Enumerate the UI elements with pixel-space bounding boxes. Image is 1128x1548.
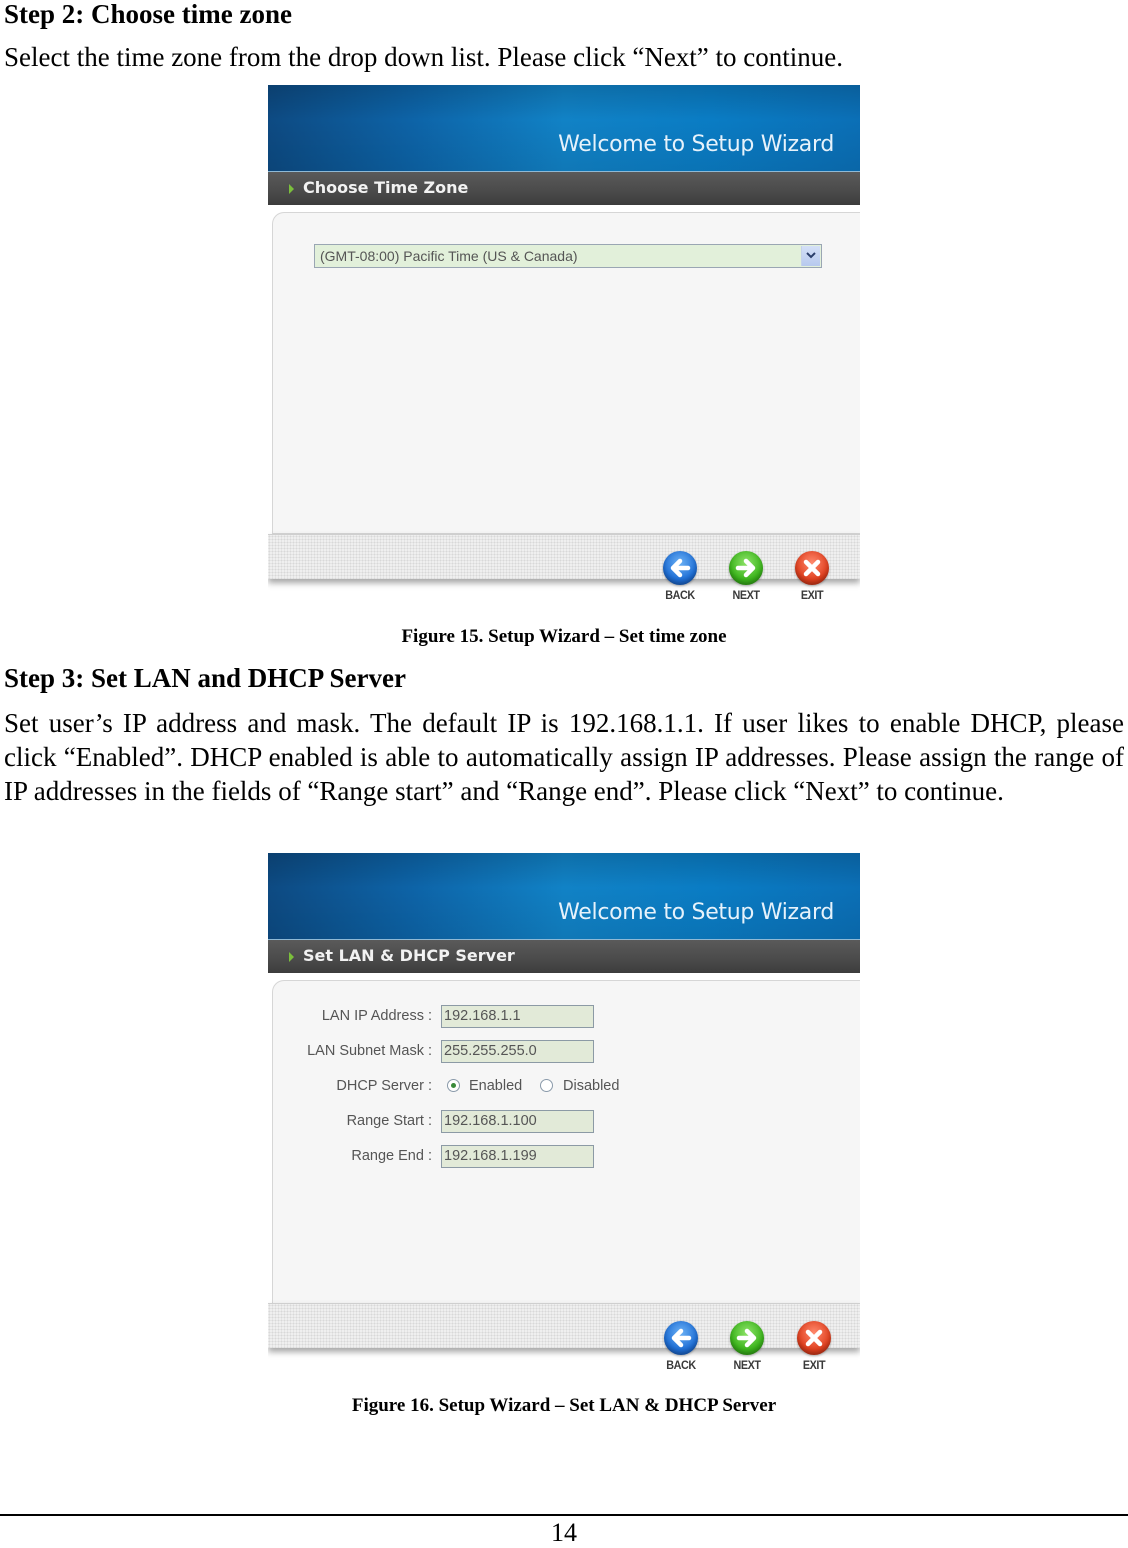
lan-ip-input[interactable]: 192.168.1.1 (441, 1005, 594, 1028)
back-button[interactable]: BACK (661, 1321, 701, 1372)
back-label: BACK (666, 1358, 696, 1372)
arrow-left-icon (663, 551, 697, 585)
arrow-right-icon (730, 1321, 764, 1355)
step3-heading: Step 3: Set LAN and DHCP Server (4, 663, 406, 693)
dhcp-enabled-radio[interactable] (447, 1079, 460, 1092)
lan-ip-label: LAN IP Address : (321, 1008, 432, 1024)
next-label: NEXT (732, 588, 760, 602)
dhcp-server-row: DHCP Server : Enabled Disabled (268, 1075, 860, 1099)
next-button[interactable]: NEXT (726, 551, 766, 602)
wizard-title: Welcome to Setup Wizard (558, 900, 834, 925)
exit-button[interactable]: EXIT (794, 1321, 834, 1372)
figure16-wizard-screenshot: Welcome to Setup Wizard Set LAN & DHCP S… (268, 853, 860, 1388)
back-button[interactable]: BACK (660, 551, 700, 602)
arrow-right-icon (729, 551, 763, 585)
wizard-title: Welcome to Setup Wizard (558, 132, 834, 157)
timezone-select[interactable]: (GMT-08:00) Pacific Time (US & Canada) (314, 244, 822, 268)
figure16-caption: Figure 16. Setup Wizard – Set LAN & DHCP… (351, 1395, 777, 1416)
range-start-label: Range Start : (346, 1113, 432, 1129)
section-label: Set LAN & DHCP Server (303, 946, 515, 965)
exit-label: EXIT (802, 1358, 826, 1372)
exit-label: EXIT (800, 588, 824, 602)
subnet-mask-input[interactable]: 255.255.255.0 (441, 1040, 594, 1063)
step2-heading: Step 2: Choose time zone (4, 0, 292, 29)
section-bar: Choose Time Zone (268, 171, 860, 205)
arrow-right-icon (289, 184, 294, 194)
figure15-caption: Figure 15. Setup Wizard – Set time zone (401, 626, 727, 647)
dhcp-enabled-label[interactable]: Enabled (469, 1078, 522, 1094)
dhcp-server-label: DHCP Server : (336, 1078, 432, 1094)
wizard-header (268, 853, 860, 939)
step3-instructions: Set user’s IP address and mask. The defa… (4, 708, 1124, 806)
subnet-label: LAN Subnet Mask : (307, 1043, 432, 1059)
next-button[interactable]: NEXT (727, 1321, 767, 1372)
wizard-footer (268, 534, 860, 579)
wizard-header (268, 85, 860, 171)
footer-divider (0, 1514, 1128, 1516)
dhcp-disabled-radio[interactable] (540, 1079, 553, 1092)
timezone-select-value: (GMT-08:00) Pacific Time (US & Canada) (320, 248, 578, 264)
close-icon (795, 551, 829, 585)
wizard-footer (268, 1303, 860, 1348)
lan-ip-row: LAN IP Address : 192.168.1.1 (268, 1005, 860, 1029)
range-end-input[interactable]: 192.168.1.199 (441, 1145, 594, 1168)
close-icon (797, 1321, 831, 1355)
chevron-down-icon[interactable] (801, 246, 820, 266)
figure15-wizard-screenshot: Welcome to Setup Wizard Choose Time Zone… (268, 85, 860, 618)
arrow-left-icon (664, 1321, 698, 1355)
step2-instructions: Select the time zone from the drop down … (4, 42, 844, 72)
section-label: Choose Time Zone (303, 178, 469, 197)
next-label: NEXT (733, 1358, 761, 1372)
exit-button[interactable]: EXIT (792, 551, 832, 602)
range-end-row: Range End : 192.168.1.199 (268, 1145, 860, 1169)
section-bar: Set LAN & DHCP Server (268, 939, 860, 973)
dhcp-disabled-label[interactable]: Disabled (563, 1078, 619, 1094)
back-label: BACK (665, 588, 695, 602)
arrow-right-icon (289, 952, 294, 962)
subnet-row: LAN Subnet Mask : 255.255.255.0 (268, 1040, 860, 1064)
range-start-row: Range Start : 192.168.1.100 (268, 1110, 860, 1134)
range-start-input[interactable]: 192.168.1.100 (441, 1110, 594, 1133)
range-end-label: Range End : (351, 1148, 432, 1164)
